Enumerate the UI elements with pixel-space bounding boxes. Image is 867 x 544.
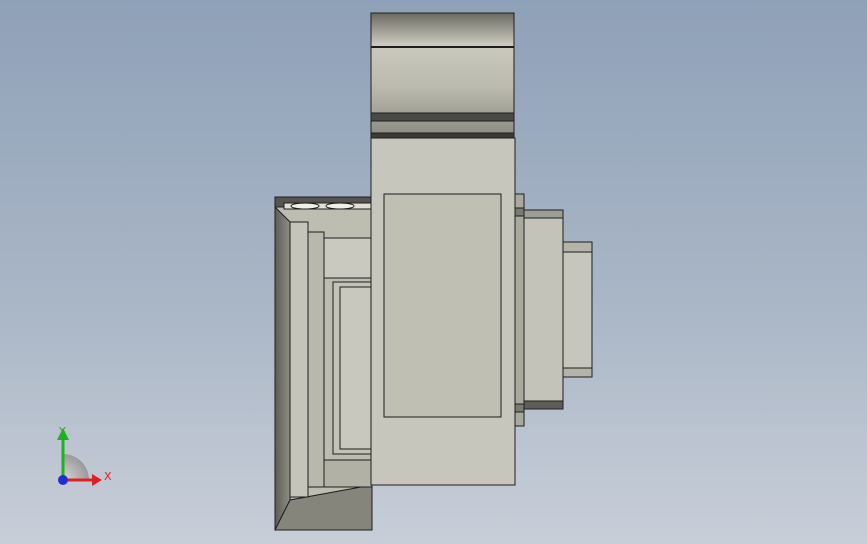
y-axis-label: Y bbox=[58, 425, 66, 438]
coordinate-triad: Y X bbox=[57, 425, 112, 486]
triad-plane-icon bbox=[63, 454, 89, 480]
right-shaft bbox=[514, 193, 593, 427]
x-arrow-head-icon bbox=[92, 474, 102, 486]
top-body bbox=[370, 12, 515, 139]
left-flange bbox=[274, 196, 373, 531]
cad-part-model[interactable]: Y X bbox=[0, 0, 867, 544]
z-axis-origin-icon bbox=[58, 475, 68, 485]
graphics-viewport[interactable]: Y X bbox=[0, 0, 867, 544]
x-axis-label: X bbox=[104, 470, 112, 483]
center-body bbox=[370, 137, 516, 486]
